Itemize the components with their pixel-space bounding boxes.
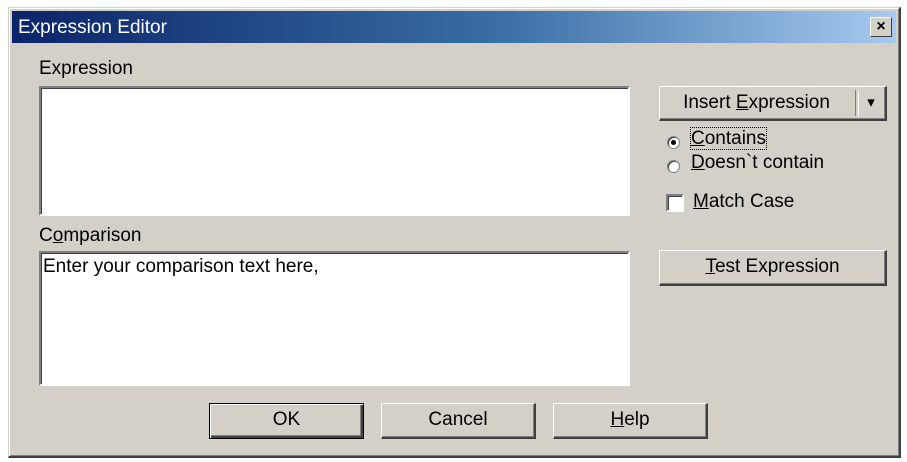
expression-label: Expression	[39, 58, 133, 79]
radio-selected-dot	[671, 140, 676, 145]
title-bar[interactable]: Expression Editor ×	[12, 11, 896, 43]
expression-textarea[interactable]	[39, 86, 630, 216]
help-button[interactable]: Help	[553, 403, 708, 439]
insert-expression-dropdown[interactable]: ▾	[858, 87, 884, 119]
test-expression-button[interactable]: Test Expression	[659, 250, 887, 286]
insert-expression-button[interactable]: Insert Expression	[660, 87, 853, 119]
expression-editor-dialog: Expression Editor × Expression Compariso…	[8, 7, 901, 458]
close-icon: ×	[876, 18, 886, 35]
insert-expression-split-button: Insert Expression ▾	[659, 86, 887, 121]
match-case-label: Match Case	[693, 191, 795, 212]
cancel-button[interactable]: Cancel	[381, 403, 536, 439]
ok-button[interactable]: OK	[209, 403, 364, 439]
contains-label: Contains	[689, 127, 768, 150]
window-title: Expression Editor	[18, 17, 167, 38]
contains-radio-circle[interactable]	[667, 136, 680, 149]
doesnt-contain-radio-circle[interactable]	[667, 160, 680, 173]
chevron-down-icon: ▾	[867, 94, 875, 111]
match-case-checkbox[interactable]	[666, 194, 684, 212]
comparison-textarea[interactable]: Enter your comparison text here,	[39, 251, 630, 386]
comparison-label: Comparison	[39, 225, 142, 246]
doesnt-contain-label: Doesn`t contain	[691, 152, 825, 173]
close-button[interactable]: ×	[870, 17, 892, 37]
